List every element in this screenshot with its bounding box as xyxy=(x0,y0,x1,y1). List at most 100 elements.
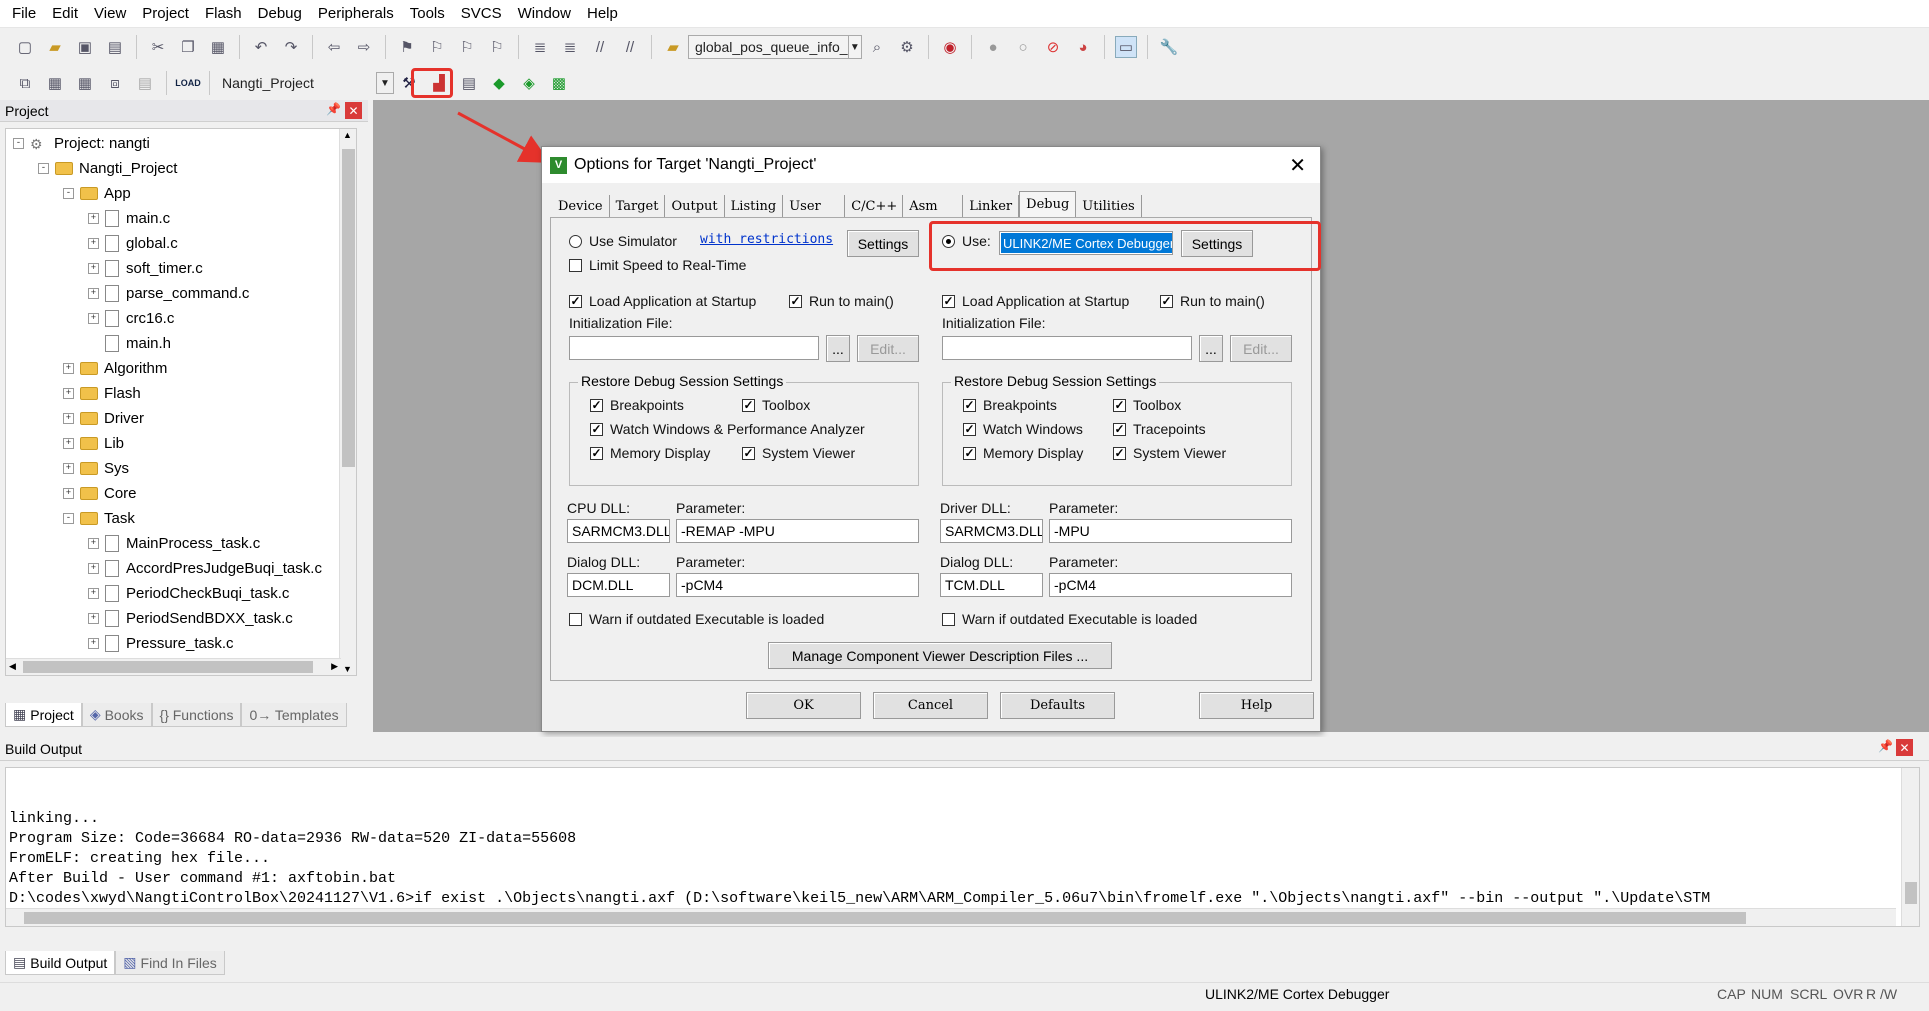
limit-speed-checkbox[interactable] xyxy=(569,259,582,272)
tab-user[interactable]: User xyxy=(783,195,846,217)
menu-peripherals[interactable]: Peripherals xyxy=(310,5,402,22)
chevron-down-icon[interactable]: ▼ xyxy=(847,36,861,58)
next-bookmark-icon[interactable]: ⚐ xyxy=(456,36,478,58)
simulator-settings-button[interactable]: Settings xyxy=(847,230,919,257)
tree-item[interactable]: main.h xyxy=(88,331,171,356)
paste-icon[interactable]: ▦ xyxy=(207,36,229,58)
scroll-thumb[interactable] xyxy=(1905,882,1917,904)
close-icon[interactable]: ✕ xyxy=(1289,153,1306,178)
tab-templates[interactable]: 0→ Templates xyxy=(241,703,347,727)
save-all-icon[interactable]: ▤ xyxy=(104,36,126,58)
tree-vertical-scrollbar[interactable]: ▲ ▼ xyxy=(339,129,356,675)
pin-icon[interactable]: 📌 xyxy=(326,102,341,116)
copy-icon[interactable]: ❐ xyxy=(177,36,199,58)
cut-icon[interactable]: ✂ xyxy=(147,36,169,58)
unindent-icon[interactable]: ≣ xyxy=(559,36,581,58)
browse-button-left[interactable]: ... xyxy=(826,335,850,362)
breakpoints-checkbox-left[interactable]: ✓ xyxy=(590,399,603,412)
uncomment-icon[interactable]: // xyxy=(619,36,641,58)
cpu-param-input[interactable]: -REMAP -MPU xyxy=(676,519,919,543)
kill-breakpoints-icon[interactable]: ⊘ xyxy=(1042,36,1064,58)
expand-icon[interactable]: + xyxy=(63,438,74,449)
toolbox-checkbox-right[interactable]: ✓ xyxy=(1113,399,1126,412)
window-layout-icon[interactable]: ▭ xyxy=(1115,36,1137,58)
tree-item[interactable]: + soft_timer.c xyxy=(88,256,203,281)
dialog-param-input-right[interactable]: -pCM4 xyxy=(1049,573,1292,597)
driver-dll-input[interactable]: SARMCM3.DLL xyxy=(940,519,1043,543)
breakpoint-icon[interactable]: ● xyxy=(982,36,1004,58)
memory-display-checkbox-left[interactable]: ✓ xyxy=(590,447,603,460)
watch-windows-checkbox-right[interactable]: ✓ xyxy=(963,423,976,436)
expand-icon[interactable]: + xyxy=(88,213,99,224)
incremental-find-icon[interactable]: ⚙ xyxy=(896,36,918,58)
init-file-input-left[interactable] xyxy=(569,336,819,360)
tree-item[interactable]: + AccordPresJudgeBuqi_task.c xyxy=(88,556,322,581)
tree-item[interactable]: + Pressure_task.c xyxy=(88,631,234,656)
cancel-button[interactable]: Cancel xyxy=(873,692,988,719)
find-icon[interactable]: ⌕ xyxy=(866,36,888,58)
undo-icon[interactable]: ↶ xyxy=(250,36,272,58)
expand-icon[interactable]: + xyxy=(63,363,74,374)
menu-edit[interactable]: Edit xyxy=(44,5,86,22)
tree-item[interactable]: - Task xyxy=(63,506,135,531)
expand-icon[interactable]: + xyxy=(88,538,99,549)
tab-target[interactable]: Target xyxy=(610,195,666,217)
system-viewer-checkbox-left[interactable]: ✓ xyxy=(742,447,755,460)
tab-functions[interactable]: {} Functions xyxy=(151,703,242,727)
download-icon[interactable]: LOAD xyxy=(175,72,201,94)
expand-icon[interactable]: + xyxy=(88,238,99,249)
run-to-main-checkbox-left[interactable]: ✓ xyxy=(789,295,802,308)
menu-file[interactable]: File xyxy=(4,5,44,22)
edit-button-left[interactable]: Edit... xyxy=(857,335,919,362)
menu-flash[interactable]: Flash xyxy=(197,5,250,22)
batch-build-icon[interactable]: ⧈ xyxy=(104,72,126,94)
collapse-icon[interactable]: - xyxy=(63,513,74,524)
build-vscroll[interactable] xyxy=(1901,768,1919,926)
stop-build-icon[interactable]: ▤ xyxy=(134,72,156,94)
tree-item[interactable]: + Flash xyxy=(63,381,141,406)
chevron-down-icon[interactable]: ▼ xyxy=(376,72,394,94)
tab-find-in-files[interactable]: ▧ Find In Files xyxy=(115,951,225,975)
expand-icon[interactable]: + xyxy=(88,263,99,274)
tree-item[interactable]: + parse_command.c xyxy=(88,281,249,306)
scroll-right-icon[interactable]: ▶ xyxy=(331,661,338,672)
cpu-dll-input[interactable]: SARMCM3.DLL xyxy=(567,519,670,543)
select-packs-icon[interactable]: ◈ xyxy=(518,72,540,94)
target-combo[interactable]: Nangti_Project ▼ xyxy=(216,71,394,95)
tree-item[interactable]: - App xyxy=(63,181,131,206)
build-icon[interactable]: ▦ xyxy=(44,72,66,94)
indent-icon[interactable]: ≣ xyxy=(529,36,551,58)
breakpoints-checkbox-right[interactable]: ✓ xyxy=(963,399,976,412)
wrench-icon[interactable]: 🔧 xyxy=(1158,36,1180,58)
menu-window[interactable]: Window xyxy=(510,5,579,22)
tab-build-output[interactable]: ▤ Build Output xyxy=(5,951,116,975)
save-icon[interactable]: ▣ xyxy=(74,36,96,58)
manage-rte-icon[interactable]: ▤ xyxy=(458,72,480,94)
init-file-input-right[interactable] xyxy=(942,336,1192,360)
dialog-dll-input-right[interactable]: TCM.DLL xyxy=(940,573,1043,597)
system-viewer-checkbox-right[interactable]: ✓ xyxy=(1113,447,1126,460)
load-app-checkbox-left[interactable]: ✓ xyxy=(569,295,582,308)
collapse-icon[interactable]: - xyxy=(38,163,49,174)
prev-bookmark-icon[interactable]: ⚐ xyxy=(426,36,448,58)
tab-debug[interactable]: Debug xyxy=(1019,191,1077,217)
watch-windows-checkbox-left[interactable]: ✓ xyxy=(590,423,603,436)
expand-icon[interactable]: + xyxy=(88,563,99,574)
build-hscroll[interactable] xyxy=(6,908,1896,926)
scroll-left-icon[interactable]: ◀ xyxy=(9,661,16,672)
pin-icon[interactable]: 📌 xyxy=(1878,739,1893,753)
expand-icon[interactable]: + xyxy=(88,638,99,649)
warn-outdated-checkbox-right[interactable] xyxy=(942,613,955,626)
bookmark-icon[interactable]: ⚑ xyxy=(396,36,418,58)
defaults-button[interactable]: Defaults xyxy=(1000,692,1115,719)
tree-item[interactable]: + crc16.c xyxy=(88,306,174,331)
close-icon[interactable]: ✕ xyxy=(345,102,362,119)
expand-icon[interactable]: + xyxy=(63,488,74,499)
debug-session-icon[interactable]: ◉ xyxy=(939,36,961,58)
tree-item[interactable]: + PeriodSendBDXX_task.c xyxy=(88,606,293,631)
expand-icon[interactable]: + xyxy=(88,313,99,324)
tree-item[interactable]: + Algorithm xyxy=(63,356,167,381)
tree-item[interactable]: + MainProcess_task.c xyxy=(88,531,260,556)
tree-item[interactable]: + Lib xyxy=(63,431,124,456)
scroll-thumb-h[interactable] xyxy=(24,912,1746,924)
